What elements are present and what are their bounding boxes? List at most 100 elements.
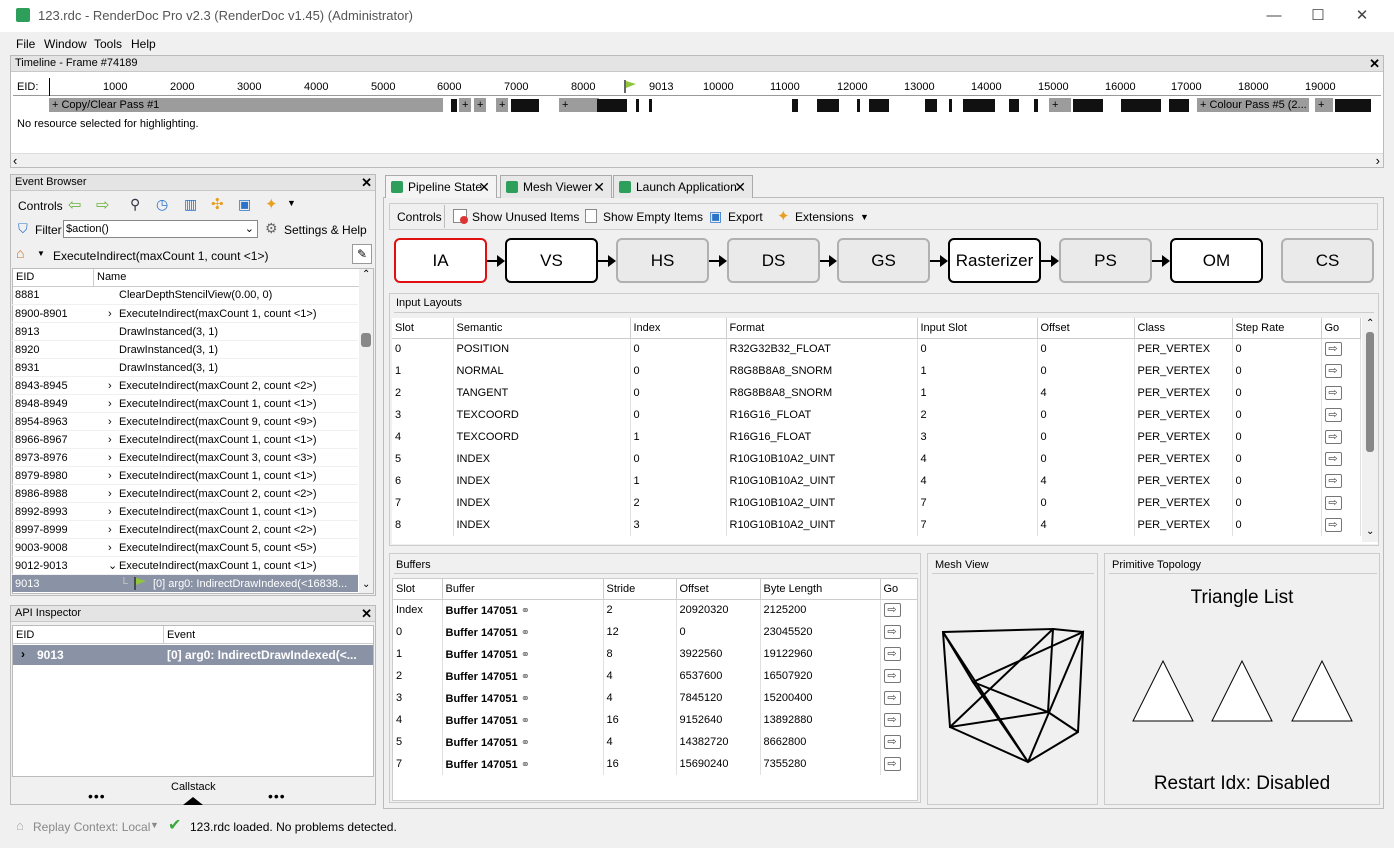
settings-help-button[interactable]: Settings & Help: [284, 223, 367, 237]
chevron-right-icon[interactable]: ›: [21, 647, 25, 661]
table-row[interactable]: 3 Buffer 147051 ⚭ 4 7845120 15200400 ⇨: [393, 687, 917, 709]
buffer-link[interactable]: Buffer 147051 ⚭: [442, 621, 604, 643]
link-icon[interactable]: ⚭: [521, 715, 530, 727]
event-row[interactable]: 9012-9013 ⌄ ExecuteIndirect(maxCount 1, co…: [12, 556, 358, 574]
table-row[interactable]: 5 Buffer 147051 ⚭ 4 14382720 8662800 ⇨: [393, 731, 917, 753]
chevron-icon[interactable]: ›: [108, 377, 112, 395]
event-row[interactable]: 8913 DrawInstanced(3, 1): [12, 322, 358, 340]
column-header[interactable]: Slot: [393, 579, 443, 600]
maximize-button[interactable]: ☐: [1296, 4, 1340, 28]
link-icon[interactable]: ⚭: [521, 759, 530, 771]
more-icon[interactable]: •••: [88, 788, 106, 804]
chevron-down-icon[interactable]: ⌄: [245, 221, 254, 237]
chevron-icon[interactable]: ›: [108, 503, 112, 521]
stage-ds[interactable]: DS: [727, 238, 820, 283]
table-row[interactable]: 0 Buffer 147051 ⚭ 12 0 23045520 ⇨: [393, 621, 917, 643]
api-row[interactable]: › 9013 [0] arg0: IndirectDrawIndexed(<..…: [13, 645, 373, 665]
chevron-down-icon[interactable]: ▼: [287, 198, 296, 208]
stage-om[interactable]: OM: [1170, 238, 1263, 283]
table-row[interactable]: 3 TEXCOORD 0 R16G16_FLOAT 2 0 PER_VERTEX 0 ⇨: [392, 404, 1361, 426]
column-header[interactable]: Step Rate: [1232, 318, 1322, 339]
event-row[interactable]: 8920 DrawInstanced(3, 1): [12, 340, 358, 358]
chevron-down-icon[interactable]: ▼: [860, 212, 869, 222]
pass-colour[interactable]: + Colour Pass #5 (2...: [1197, 98, 1309, 112]
column-eid[interactable]: EID: [16, 629, 34, 641]
column-header[interactable]: Offset: [676, 579, 761, 600]
bookmark-icon[interactable]: ✣: [211, 195, 224, 213]
buffer-link[interactable]: Buffer 147051 ⚭: [442, 599, 604, 621]
event-row[interactable]: 8943-8945 › ExecuteIndirect(maxCount 2, co…: [12, 376, 358, 394]
buffer-link[interactable]: Buffer 147051 ⚭: [442, 687, 604, 709]
column-header[interactable]: Go: [880, 579, 917, 600]
pass-plus[interactable]: +: [474, 98, 486, 112]
column-event[interactable]: Event: [167, 629, 195, 641]
go-arrow-icon[interactable]: ⇨: [883, 669, 901, 683]
chevron-icon[interactable]: ⌄: [108, 557, 117, 575]
replay-context[interactable]: Replay Context: Local: [33, 820, 150, 834]
buffer-name[interactable]: Buffer 147051: [446, 671, 518, 683]
go-arrow-icon[interactable]: ⇨: [883, 735, 901, 749]
gear-icon[interactable]: ⚙: [265, 220, 278, 237]
callstack-toggle-icon[interactable]: [183, 797, 203, 805]
show-unused-button[interactable]: Show Unused Items: [472, 210, 579, 224]
column-header[interactable]: Stride: [603, 579, 677, 600]
table-row[interactable]: 2 Buffer 147051 ⚭ 4 6537600 16507920 ⇨: [393, 665, 917, 687]
stage-vs[interactable]: VS: [505, 238, 598, 283]
event-row[interactable]: 9013 └ [0] arg0: IndirectDrawIndexed(<1683…: [12, 574, 358, 592]
chevron-icon[interactable]: ›: [108, 413, 112, 431]
stage-cs[interactable]: CS: [1281, 238, 1374, 283]
close-button[interactable]: ✕: [1340, 4, 1384, 28]
stage-rasterizer[interactable]: Rasterizer: [948, 238, 1041, 283]
column-header[interactable]: Class: [1134, 318, 1233, 339]
buffer-link[interactable]: Buffer 147051 ⚭: [442, 643, 604, 665]
menu-file[interactable]: File: [16, 37, 35, 51]
menu-window[interactable]: Window: [44, 37, 87, 51]
buffer-name[interactable]: Buffer 147051: [446, 627, 518, 639]
vertical-scrollbar[interactable]: ⌃ ⌄: [359, 269, 373, 593]
stage-ps[interactable]: PS: [1059, 238, 1152, 283]
column-header[interactable]: Offset: [1037, 318, 1135, 339]
column-header[interactable]: Go: [1321, 318, 1361, 339]
column-name[interactable]: Name: [97, 271, 126, 283]
event-row[interactable]: 8966-8967 › ExecuteIndirect(maxCount 1, co…: [12, 430, 358, 448]
buffer-name[interactable]: Buffer 147051: [446, 715, 518, 727]
more-icon[interactable]: •••: [268, 788, 286, 804]
table-row[interactable]: 1 NORMAL 0 R8G8B8A8_SNORM 1 0 PER_VERTEX 0 ⇨: [392, 360, 1361, 382]
close-icon[interactable]: ✕: [361, 606, 372, 621]
scroll-up-icon[interactable]: ⌃: [362, 269, 370, 280]
chevron-icon[interactable]: ›: [108, 539, 112, 557]
menu-tools[interactable]: Tools: [94, 37, 122, 51]
event-row[interactable]: 8992-8993 › ExecuteIndirect(maxCount 1, co…: [12, 502, 358, 520]
scroll-down-icon[interactable]: ⌄: [1366, 526, 1374, 537]
event-row[interactable]: 8954-8963 › ExecuteIndirect(maxCount 9, co…: [12, 412, 358, 430]
column-header[interactable]: Slot: [392, 318, 454, 339]
link-icon[interactable]: ⚭: [521, 737, 530, 749]
scroll-left-icon[interactable]: ‹: [13, 153, 17, 168]
edit-icon[interactable]: ✎: [352, 244, 372, 264]
table-row[interactable]: 4 TEXCOORD 1 R16G16_FLOAT 3 0 PER_VERTEX 0 ⇨: [392, 426, 1361, 448]
pass-copy-clear[interactable]: + Copy/Clear Pass #1: [49, 98, 443, 112]
table-row[interactable]: 0 POSITION 0 R32G32B32_FLOAT 0 0 PER_VERTEX 0 ⇨: [392, 338, 1361, 360]
tab-pipeline-state[interactable]: Pipeline State ✕: [385, 175, 497, 198]
scroll-right-icon[interactable]: ›: [1376, 153, 1380, 168]
close-icon[interactable]: ✕: [1369, 56, 1380, 71]
scroll-up-icon[interactable]: ⌃: [1366, 318, 1374, 329]
go-arrow-icon[interactable]: ⇨: [1324, 452, 1342, 466]
tab-launch-application[interactable]: Launch Application ✕: [613, 175, 753, 198]
scroll-down-icon[interactable]: ⌄: [362, 579, 370, 590]
go-arrow-icon[interactable]: ⇨: [883, 647, 901, 661]
buffer-name[interactable]: Buffer 147051: [446, 759, 518, 771]
tab-mesh-viewer[interactable]: Mesh Viewer ✕: [500, 175, 612, 198]
show-empty-button[interactable]: Show Empty Items: [603, 210, 703, 224]
scroll-thumb[interactable]: [1366, 332, 1374, 452]
table-row[interactable]: 8 INDEX 3 R10G10B10A2_UINT 7 4 PER_VERTEX 0 ⇨: [392, 514, 1361, 536]
event-row[interactable]: 8973-8976 › ExecuteIndirect(maxCount 3, co…: [12, 448, 358, 466]
close-icon[interactable]: ✕: [593, 176, 605, 198]
event-row[interactable]: 8900-8901 › ExecuteIndirect(maxCount 1, co…: [12, 304, 358, 322]
table-row[interactable]: 5 INDEX 0 R10G10B10A2_UINT 4 0 PER_VERTEX 0 ⇨: [392, 448, 1361, 470]
link-icon[interactable]: ⚭: [521, 627, 530, 639]
go-arrow-icon[interactable]: ⇨: [883, 625, 901, 639]
event-row[interactable]: 8881 ClearDepthStencilView(0.00, 0): [12, 286, 358, 304]
table-row[interactable]: 7 Buffer 147051 ⚭ 16 15690240 7355280 ⇨: [393, 753, 917, 775]
forward-arrow-icon[interactable]: ⇨: [96, 195, 109, 215]
